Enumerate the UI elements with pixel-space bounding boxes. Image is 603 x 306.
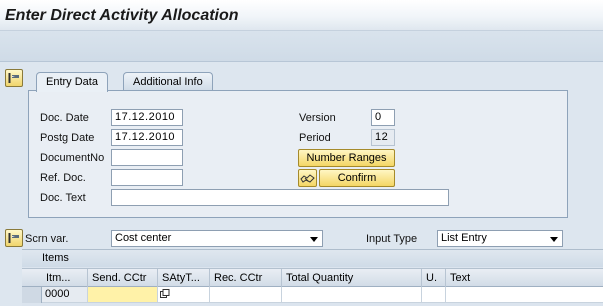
doc-text-field[interactable] xyxy=(111,189,449,206)
screen-variant-select[interactable]: Cost center xyxy=(111,230,323,247)
cell-text[interactable] xyxy=(446,287,603,302)
row-selector[interactable] xyxy=(22,287,42,303)
input-type-select[interactable]: List Entry xyxy=(437,230,563,247)
document-no-field[interactable] xyxy=(111,149,183,166)
page-title: Enter Direct Activity Allocation xyxy=(5,7,239,24)
application-toolbar xyxy=(0,31,603,62)
screen-variant-label: Scrn var. xyxy=(25,233,69,245)
column-header-send-cctr[interactable]: Send. CCtr xyxy=(88,269,158,287)
confirm-button[interactable]: Confirm xyxy=(319,169,395,187)
postg-date-field[interactable]: 17.12.2010 xyxy=(111,129,183,146)
column-header-total-quantity[interactable]: Total Quantity xyxy=(282,269,422,287)
input-type-value: List Entry xyxy=(441,232,487,244)
column-header-unit[interactable]: U. xyxy=(422,269,446,287)
items-table: Items Itm... Send. CCtr SAtyT... Rec. CC… xyxy=(22,249,603,306)
doc-text-label: Doc. Text xyxy=(40,192,86,204)
doc-date-field[interactable]: 17.12.2010 xyxy=(111,109,183,126)
ref-doc-field[interactable] xyxy=(111,169,183,186)
value-help-icon[interactable] xyxy=(160,289,170,299)
table-row: 0000 xyxy=(42,287,603,303)
items-title: Items xyxy=(22,250,603,267)
chevron-down-icon xyxy=(310,237,318,242)
column-header-item[interactable]: Itm... xyxy=(42,269,88,287)
title-bar: Enter Direct Activity Allocation xyxy=(0,0,603,31)
column-header-sactyt[interactable]: SAtyT... xyxy=(158,269,210,287)
confirm-icon-button[interactable] xyxy=(298,169,317,187)
period-label: Period xyxy=(299,132,331,144)
cell-rec-cctr[interactable] xyxy=(210,287,282,302)
column-header-rec-cctr[interactable]: Rec. CCtr xyxy=(210,269,282,287)
ref-doc-label: Ref. Doc. xyxy=(40,172,86,184)
chevron-down-icon xyxy=(550,237,558,242)
tab-entry-data[interactable]: Entry Data xyxy=(36,72,108,92)
screen-variant-toggle-button[interactable] xyxy=(5,229,23,247)
doc-date-label: Doc. Date xyxy=(40,112,89,124)
screen-variant-value: Cost center xyxy=(115,232,172,244)
header-toggle-icon xyxy=(8,73,19,83)
tab-additional-info[interactable]: Additional Info xyxy=(123,72,213,91)
tab-additional-info-label: Additional Info xyxy=(133,76,203,88)
screen-variant-icon xyxy=(8,233,19,243)
handshake-icon xyxy=(300,174,315,183)
tab-entry-data-label: Entry Data xyxy=(46,76,98,88)
cell-unit[interactable] xyxy=(422,287,446,302)
cell-sactyt[interactable] xyxy=(158,287,210,302)
postg-date-label: Postg Date xyxy=(40,132,95,144)
cell-item: 0000 xyxy=(42,287,88,302)
items-table-header: Itm... Send. CCtr SAtyT... Rec. CCtr Tot… xyxy=(22,268,603,287)
cell-send-cctr[interactable] xyxy=(88,287,158,302)
column-header-text[interactable]: Text xyxy=(446,269,603,287)
header-toggle-button[interactable] xyxy=(5,69,23,87)
cell-total-quantity[interactable] xyxy=(282,287,422,302)
input-type-label: Input Type xyxy=(366,233,418,245)
document-no-label: DocumentNo xyxy=(40,152,105,164)
version-label: Version xyxy=(299,112,336,124)
period-field: 12 xyxy=(371,129,395,146)
version-field[interactable]: 0 xyxy=(371,109,395,126)
number-ranges-button[interactable]: Number Ranges xyxy=(298,149,395,167)
